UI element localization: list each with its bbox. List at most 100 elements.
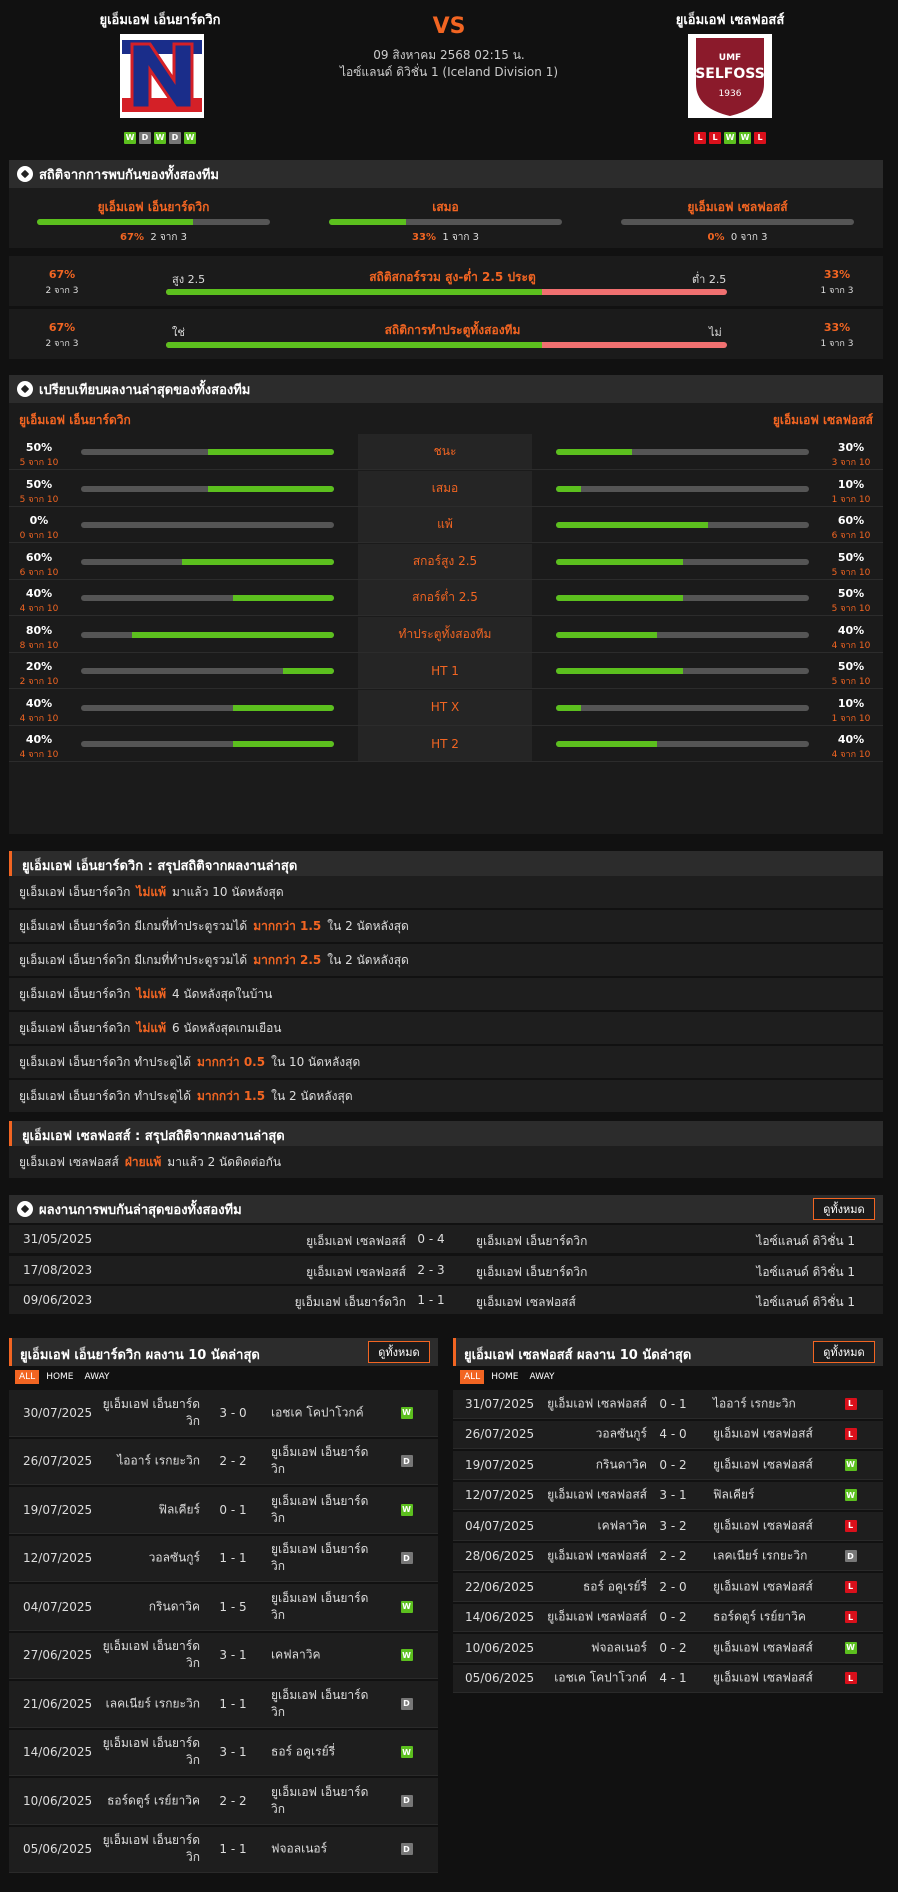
match-home-team[interactable]: ฟิลเคียร์ — [90, 1501, 200, 1518]
match-home-team[interactable]: เคฟลาวิค — [517, 1517, 647, 1534]
result-badge: L — [844, 1397, 857, 1410]
recent-match-row[interactable]: 05/06/2025 เอชเค โคปาโวกค์ 4 - 1 ยูเอ็มเอฟ … — [453, 1664, 883, 1693]
match-away-team[interactable]: ยูเอ็มเอฟ เอ็นยาร์ด วิก — [271, 1784, 381, 1818]
filter-tab-all[interactable]: ALL — [460, 1370, 485, 1384]
filter-tab-home[interactable]: HOME — [487, 1370, 522, 1384]
h2h-home-pct: 67% — [120, 232, 144, 243]
match-away-team[interactable]: เลคเนียร์ เรกยะวิก — [713, 1548, 843, 1565]
match-away-team[interactable]: ยูเอ็มเอฟ เอ็นยาร์ด วิก — [271, 1687, 381, 1721]
match-score: 0 - 4 — [417, 1232, 445, 1246]
recent-match-row[interactable]: 10/06/2025 ฟจอลเนอร์ 0 - 2 ยูเอ็มเอฟ เซลฟอส… — [453, 1634, 883, 1663]
recent-match-row[interactable]: 30/07/2025 ยูเอ็มเอฟ เอ็นยาร์ด วิก 3 - 0 เอ… — [9, 1390, 438, 1437]
match-home-team[interactable]: ยูเอ็มเอฟ เอ็นยาร์ด วิก — [90, 1832, 200, 1866]
recent-match-row[interactable]: 12/07/2025 ยูเอ็มเอฟ เซลฟอสส์ 3 - 1 ฟิลเคีย… — [453, 1481, 883, 1510]
recent-match-row[interactable]: 26/07/2025 ไออาร์ เรกยะวิก 2 - 2 ยูเอ็มเอฟ … — [9, 1438, 438, 1485]
stat-label: HT 1 — [358, 653, 532, 688]
view-all-h2h-button[interactable]: ดูทั้งหมด — [813, 1198, 875, 1220]
match-home-team[interactable]: ธอร์ดตูร์ เรย์ยาวิค — [90, 1792, 200, 1809]
recent-match-row[interactable]: 04/07/2025 กรินดาวิค 1 - 5 ยูเอ็มเอฟ เอ็นยา… — [9, 1584, 438, 1631]
home-stat-count: 6 จาก 10 — [19, 567, 59, 578]
filter-tab-away[interactable]: AWAY — [526, 1370, 559, 1384]
recent-match-row[interactable]: 27/06/2025 ยูเอ็มเอฟ เอ็นยาร์ด วิก 3 - 1 เค… — [9, 1632, 438, 1679]
away-stat-pct: 50% — [837, 587, 865, 600]
match-score: 0 - 2 — [659, 1640, 687, 1655]
match-header: ยูเอ็มเอฟ เอ็นยาร์ดวิก WDWDW VS 09 สิงหา… — [0, 0, 898, 156]
match-home-team[interactable]: ยูเอ็มเอฟ เซลฟอสส์ — [517, 1395, 647, 1412]
match-home-team[interactable]: กรินดาวิค — [517, 1456, 647, 1473]
match-away-team[interactable]: ธอร์ อคูเรย์รี่ — [271, 1744, 381, 1761]
recent-match-row[interactable]: 26/07/2025 วอลซันกูร์ 4 - 0 ยูเอ็มเอฟ เซลฟอ… — [453, 1420, 883, 1449]
match-away-team[interactable]: ธอร์ดตูร์ เรย์ยาวิค — [713, 1609, 843, 1626]
match-away-team[interactable]: ยูเอ็มเอฟ เซลฟอสส์ — [713, 1426, 843, 1443]
result-badge: W — [844, 1641, 857, 1654]
h2h-match-row[interactable]: 31/05/2025 ยูเอ็มเอฟ เซลฟอสส์ 0 - 4 ยูเอ็มเ… — [9, 1225, 883, 1253]
h2h-away-pct: 0% — [707, 232, 725, 243]
h2h-match-row[interactable]: 09/06/2023 ยูเอ็มเอฟ เอ็นยาร์ดวิก 1 - 1 ยูเ… — [9, 1286, 883, 1314]
match-away-team[interactable]: ฟิลเคียร์ — [713, 1487, 843, 1504]
match-away-team[interactable]: ยูเอ็มเอฟ เซลฟอสส์ — [713, 1456, 843, 1473]
match-home-team[interactable]: ธอร์ อคูเรย์รี่ — [517, 1578, 647, 1595]
form-badge: W — [739, 131, 751, 144]
filter-tab-home[interactable]: HOME — [42, 1370, 77, 1384]
match-home-team[interactable]: ฟจอลเนอร์ — [517, 1639, 647, 1656]
match-home-team[interactable]: ยูเอ็มเอฟ เซลฟอสส์ — [306, 1232, 406, 1251]
away-team-name[interactable]: ยูเอ็มเอฟ เซลฟอสส์ — [610, 9, 850, 30]
match-home-team[interactable]: ยูเอ็มเอฟ เซลฟอสส์ — [517, 1609, 647, 1626]
match-home-team[interactable]: ยูเอ็มเอฟ เซลฟอสส์ — [306, 1263, 406, 1282]
match-away-team[interactable]: เคฟลาวิค — [271, 1647, 381, 1664]
recent-match-row[interactable]: 12/07/2025 วอลซันกูร์ 1 - 1 ยูเอ็มเอฟ เอ็นย… — [9, 1535, 438, 1582]
match-home-team[interactable]: วอลซันกูร์ — [517, 1426, 647, 1443]
match-home-team[interactable]: ยูเอ็มเอฟ เซลฟอสส์ — [517, 1548, 647, 1565]
match-away-team[interactable]: เอชเค โคปาโวกค์ — [271, 1404, 381, 1421]
match-away-team[interactable]: ไออาร์ เรกยะวิก — [713, 1395, 843, 1412]
match-away-team[interactable]: ฟจอลเนอร์ — [271, 1841, 381, 1858]
match-away-team[interactable]: ยูเอ็มเอฟ เอ็นยาร์ดวิก — [476, 1232, 587, 1251]
recent-match-row[interactable]: 28/06/2025 ยูเอ็มเอฟ เซลฟอสส์ 2 - 2 เลคเนีย… — [453, 1542, 883, 1571]
h2h-match-row[interactable]: 17/08/2023 ยูเอ็มเอฟ เซลฟอสส์ 2 - 3 ยูเอ็มเ… — [9, 1255, 883, 1284]
match-home-team[interactable]: วอลซันกูร์ — [90, 1550, 200, 1567]
compare-row: 40% 4 จาก 10 HT X 10% 1 จาก 10 — [9, 689, 883, 726]
recent-match-row[interactable]: 31/07/2025 ยูเอ็มเอฟ เซลฟอสส์ 0 - 1 ไออาร์ … — [453, 1390, 883, 1419]
away-stat-bar — [556, 485, 809, 492]
away-stat-bar — [556, 631, 809, 638]
match-home-team[interactable]: เอชเค โคปาโวกค์ — [517, 1670, 647, 1687]
summary-text: ใน 2 นัดหลังสุด — [327, 952, 409, 967]
match-away-team[interactable]: ยูเอ็มเอฟ เอ็นยาร์ด วิก — [271, 1493, 381, 1527]
match-home-team[interactable]: เลคเนียร์ เรกยะวิก — [90, 1695, 200, 1712]
match-home-team[interactable]: กรินดาวิค — [90, 1598, 200, 1615]
summary-highlight: มากกว่า 2.5 — [253, 952, 322, 967]
filter-tab-all[interactable]: ALL — [15, 1370, 40, 1384]
match-home-team[interactable]: ยูเอ็มเอฟ เอ็นยาร์ด วิก — [90, 1638, 200, 1672]
match-score: 1 - 1 — [219, 1551, 247, 1566]
match-home-team[interactable]: ยูเอ็มเอฟ เอ็นยาร์ด วิก — [90, 1735, 200, 1769]
home-stat-bar — [81, 449, 334, 455]
away-team-logo[interactable]: UMF SELFOSS 1936 — [688, 34, 772, 118]
match-away-team[interactable]: ยูเอ็มเอฟ เอ็นยาร์ดวิก — [476, 1263, 587, 1282]
recent-match-row[interactable]: 10/06/2025 ธอร์ดตูร์ เรย์ยาวิค 2 - 2 ยูเอ็ม… — [9, 1778, 438, 1825]
filter-tab-away[interactable]: AWAY — [81, 1370, 114, 1384]
match-away-team[interactable]: ยูเอ็มเอฟ เซลฟอสส์ — [713, 1639, 843, 1656]
away-stat-pct: 40% — [837, 623, 865, 637]
recent-match-row[interactable]: 19/07/2025 กรินดาวิค 0 - 2 ยูเอ็มเอฟ เซลฟอส… — [453, 1451, 883, 1480]
view-all-home-button[interactable]: ดูทั้งหมด — [368, 1341, 430, 1363]
recent-match-row[interactable]: 14/06/2025 ยูเอ็มเอฟ เอ็นยาร์ด วิก 3 - 1 ธอ… — [9, 1729, 438, 1776]
match-away-team[interactable]: ยูเอ็มเอฟ เซลฟอสส์ — [713, 1578, 843, 1595]
match-home-team[interactable]: ยูเอ็มเอฟ เอ็นยาร์ดวิก — [295, 1293, 406, 1312]
match-away-team[interactable]: ยูเอ็มเอฟ เอ็นยาร์ด วิก — [271, 1444, 381, 1478]
recent-match-row[interactable]: 04/07/2025 เคฟลาวิค 3 - 2 ยูเอ็มเอฟ เซลฟอสส… — [453, 1512, 883, 1541]
match-away-team[interactable]: ยูเอ็มเอฟ เอ็นยาร์ด วิก — [271, 1541, 381, 1575]
match-score: 3 - 0 — [219, 1405, 247, 1420]
recent-match-row[interactable]: 22/06/2025 ธอร์ อคูเรย์รี่ 2 - 0 ยูเอ็มเอฟ … — [453, 1573, 883, 1602]
recent-match-row[interactable]: 21/06/2025 เลคเนียร์ เรกยะวิก 1 - 1 ยูเอ็มเ… — [9, 1681, 438, 1728]
recent-match-row[interactable]: 05/06/2025 ยูเอ็มเอฟ เอ็นยาร์ด วิก 1 - 1 ฟจ… — [9, 1826, 438, 1873]
match-home-team[interactable]: ยูเอ็มเอฟ เอ็นยาร์ด วิก — [90, 1396, 200, 1430]
match-away-team[interactable]: ยูเอ็มเอฟ เซลฟอสส์ — [713, 1670, 843, 1687]
match-home-team[interactable]: ไออาร์ เรกยะวิก — [90, 1453, 200, 1470]
match-home-team[interactable]: ยูเอ็มเอฟ เซลฟอสส์ — [517, 1487, 647, 1504]
match-away-team[interactable]: ยูเอ็มเอฟ เซลฟอสส์ — [476, 1293, 576, 1312]
match-away-team[interactable]: ยูเอ็มเอฟ เอ็นยาร์ด วิก — [271, 1590, 381, 1624]
view-all-away-button[interactable]: ดูทั้งหมด — [813, 1341, 875, 1363]
recent-match-row[interactable]: 19/07/2025 ฟิลเคียร์ 0 - 1 ยูเอ็มเอฟ เอ็นยา… — [9, 1487, 438, 1534]
match-away-team[interactable]: ยูเอ็มเอฟ เซลฟอสส์ — [713, 1517, 843, 1534]
recent-match-row[interactable]: 14/06/2025 ยูเอ็มเอฟ เซลฟอสส์ 0 - 2 ธอร์ดตู… — [453, 1603, 883, 1632]
